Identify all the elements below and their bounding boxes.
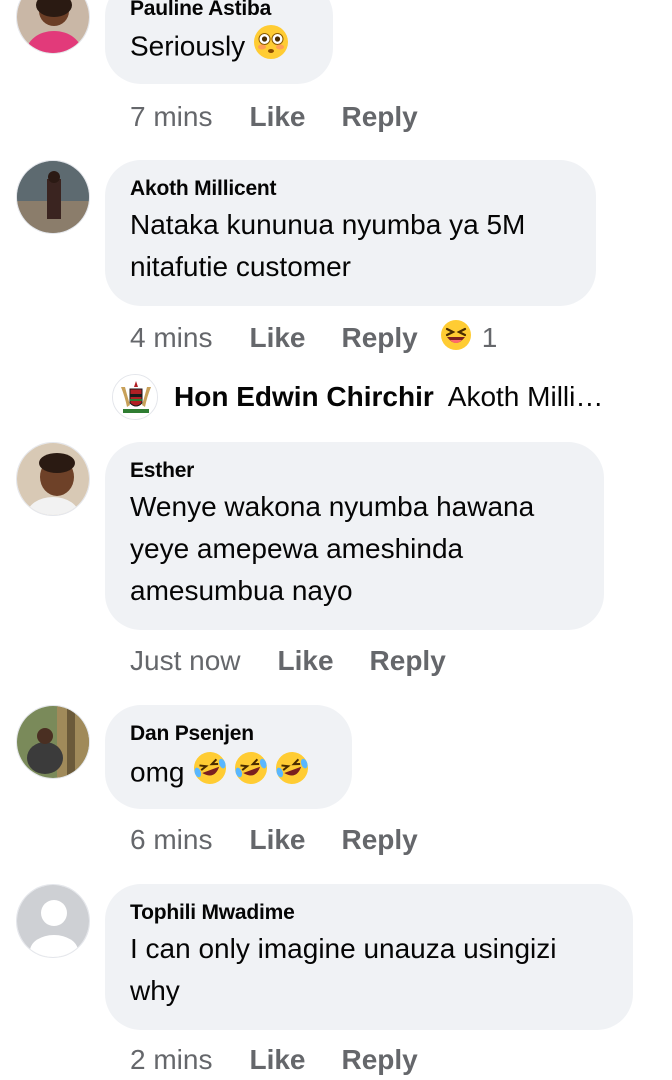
comment-text: omg [130,749,326,799]
avatar[interactable] [16,442,90,516]
comment-time[interactable]: Just now [130,645,241,677]
comment-actions: 4 mins Like Reply 1 [130,318,497,358]
comment-actions: 2 mins Like Reply [130,1040,454,1080]
reply-preview[interactable]: Hon Edwin Chirchir Akoth Milli… [112,374,603,420]
reply-button[interactable]: Reply [342,1044,418,1076]
comment-time[interactable]: 4 mins [130,322,212,354]
comment-bubble: Dan Psenjen omg [105,705,352,809]
comment-actions: 7 mins Like Reply [130,97,454,137]
like-button[interactable]: Like [249,824,305,856]
like-button[interactable]: Like [249,1044,305,1076]
avatar[interactable] [16,160,90,234]
comment-time[interactable]: 6 mins [130,824,212,856]
comment-bubble: Pauline Astiba Seriously [105,0,333,84]
comment-time[interactable]: 7 mins [130,101,212,133]
avatar[interactable] [16,705,90,779]
comment-author[interactable]: Pauline Astiba [130,0,307,22]
like-button[interactable]: Like [249,322,305,354]
coat-of-arms-avatar [112,374,158,420]
like-button[interactable]: Like [278,645,334,677]
like-button[interactable]: Like [249,101,305,133]
reply-author[interactable]: Hon Edwin Chirchir [174,381,434,413]
comment-text: I can only imagine unauza usingizi why [130,933,557,1006]
flushed-face-emoji [253,24,289,72]
avatar[interactable] [16,884,90,958]
rolling-on-floor-laughing-emoji [192,749,312,799]
comment-actions: 6 mins Like Reply [130,820,454,860]
comment-author[interactable]: Akoth Millicent [130,176,570,202]
comment-bubble: Akoth Millicent Nataka kununua nyumba ya… [105,160,596,306]
reply-button[interactable]: Reply [370,645,446,677]
reply-button[interactable]: Reply [342,824,418,856]
comment-bubble: Esther Wenye wakona nyumba hawana yeye a… [105,442,604,630]
comment-text: Wenye wakona nyumba hawana yeye amepewa … [130,491,535,606]
reply-button[interactable]: Reply [342,101,418,133]
avatar[interactable] [16,0,90,54]
comment-author[interactable]: Esther [130,458,578,484]
comment-actions: Just now Like Reply [130,641,482,681]
reaction-summary[interactable]: 1 [440,319,498,358]
comment-time[interactable]: 2 mins [130,1044,212,1076]
comment-text: Nataka kununua nyumba ya 5M nitafutie cu… [130,209,526,282]
comment-bubble: Tophili Mwadime I can only imagine unauz… [105,884,633,1030]
reply-button[interactable]: Reply [342,322,418,354]
comment-text: Seriously [130,24,307,72]
reaction-count: 1 [481,322,498,353]
laughing-squint-emoji [440,319,472,358]
comment-author[interactable]: Dan Psenjen [130,721,326,747]
comment-author[interactable]: Tophili Mwadime [130,900,607,926]
reply-text: Akoth Milli… [447,381,604,412]
